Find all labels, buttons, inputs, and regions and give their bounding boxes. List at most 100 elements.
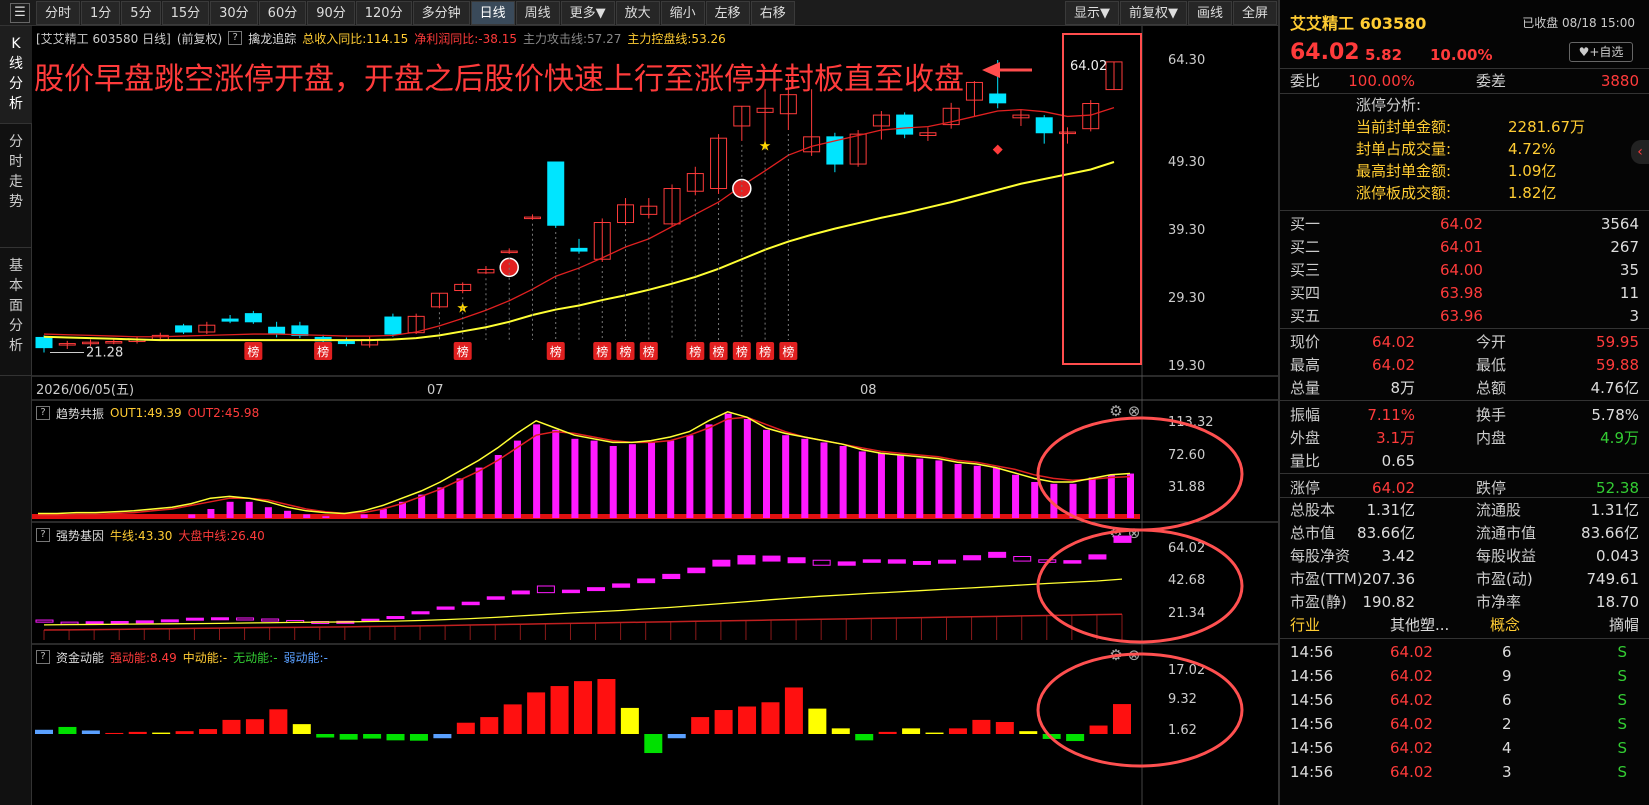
toolbar-button-13[interactable]: 缩小 (660, 0, 705, 25)
bid-row: 买四 63.98 11 (1280, 282, 1649, 304)
quote-value: 59.88 (1596, 356, 1639, 374)
bid-row: 买五 63.96 3 (1280, 305, 1649, 327)
toolbar-button-10[interactable]: 周线 (515, 0, 560, 25)
toolbar-button-12[interactable]: 放大 (615, 0, 660, 25)
toolbar-button-0[interactable]: 分时 (36, 0, 81, 25)
toolbar-button-4[interactable]: 30分 (210, 0, 258, 25)
quote-row: 量比 0.65 (1280, 450, 1649, 472)
ind1-bar (284, 510, 292, 518)
ind1-bar (897, 455, 905, 518)
menu-square-button[interactable]: ☰ (10, 2, 30, 23)
ind3-bar (667, 734, 686, 739)
quote-value: 4.76亿 (1590, 379, 1639, 397)
ind2-box (612, 583, 631, 588)
toolbar-button-2[interactable]: 5分 (121, 0, 161, 25)
price-tick-label: 49.30 (1168, 155, 1205, 170)
ind1-bar (264, 507, 272, 518)
ind2-box (135, 620, 154, 624)
ind2-bull-line (43, 578, 1123, 626)
side-tabs: K线分析 分时走势 基本面分析 (0, 26, 32, 805)
tick-price: 64.02 (1390, 739, 1433, 757)
add-favorite-button[interactable]: ♥+自选 (1569, 42, 1633, 62)
ind3-bar (620, 707, 639, 734)
bid-label: 买四 (1290, 284, 1321, 302)
ind1-bar (973, 465, 981, 518)
toolbar-right-button-1[interactable]: 前复权▼ (1119, 0, 1187, 25)
tick-time: 14:56 (1290, 643, 1334, 661)
fund-row: 总股本 1.31亿 流通股 1.31亿 (1280, 499, 1649, 521)
app-window: ☰ 分时 1分 5分 15分 30分 60分 90分 120分 多分钟 日线 周线 更多▼ 放大 缩小 左移… (0, 0, 1649, 805)
ind3-bar (503, 704, 522, 734)
ind2-box (862, 559, 881, 563)
help-icon[interactable]: ? (228, 31, 243, 45)
ind1-bar (322, 516, 330, 518)
side-tab-0[interactable]: K线分析 (0, 26, 32, 124)
ind2-box (85, 621, 104, 625)
help-icon[interactable]: ? (36, 528, 50, 542)
collapse-arrow-icon[interactable]: ‹ (1631, 140, 1649, 164)
toolbar-button-7[interactable]: 120分 (355, 0, 412, 25)
toolbar-right-button-3[interactable]: 全屏 (1232, 0, 1277, 25)
ind2-box (1063, 560, 1082, 564)
candle-body (35, 336, 53, 349)
ind1-bar (1012, 474, 1020, 518)
quote-label: 最高 (1290, 356, 1321, 374)
help-icon[interactable]: ? (36, 650, 50, 664)
ind1-bar (763, 429, 770, 518)
side-tab-2[interactable]: 基本面分析 (0, 248, 32, 376)
toolbar-button-1[interactable]: 1分 (81, 0, 121, 25)
revenue-yoy: 总收入同比:114.15 (302, 31, 409, 46)
ind2-box (561, 589, 580, 594)
quote-row: 总量 8万 总额 4.76亿 (1280, 377, 1649, 399)
quote-panel: 艾艾精工 603580 已收盘 08/18 15:00 64.02 5.82 1… (1278, 0, 1649, 805)
ind3-bar (995, 722, 1014, 734)
industry-row: 行业 其他塑... 概念 摘帽 (1280, 614, 1649, 636)
candle-body (268, 326, 286, 335)
zt-row: 最高封单金额: 1.09亿 (1280, 160, 1649, 182)
bid-row: 买三 64.00 35 (1280, 259, 1649, 281)
label: 委比 (1290, 72, 1321, 90)
help-icon[interactable]: ? (36, 406, 50, 420)
fund-label: 流通股 (1476, 501, 1522, 519)
toolbar-button-6[interactable]: 90分 (307, 0, 355, 25)
concept-value: 摘帽 (1608, 616, 1639, 634)
toolbar-button-3[interactable]: 15分 (161, 0, 210, 25)
toolbar-button-9[interactable]: 日线 (470, 0, 515, 25)
price-change-pct: 10.00% (1430, 46, 1493, 64)
divider (1280, 638, 1649, 639)
ind3-bar (245, 719, 264, 734)
ind3-bar (128, 731, 147, 734)
ind3-bar (644, 734, 663, 754)
zt-value: 1.09亿 (1508, 162, 1557, 180)
main-chart-info: [艾艾精工 603580 日线] (前复权) ? 擒龙追踪 总收入同比:114.… (36, 29, 726, 47)
toolbar-right-button-2[interactable]: 画线 (1187, 0, 1232, 25)
zt-label: 封单占成交量: (1356, 140, 1452, 158)
toolbar-button-8[interactable]: 多分钟 (412, 0, 470, 25)
side-tab-1[interactable]: 分时走势 (0, 124, 32, 248)
ind2-box (737, 555, 756, 565)
toolbar-button-14[interactable]: 左移 (705, 0, 750, 25)
bid-price: 64.02 (1440, 215, 1483, 233)
bang-badge-label: 榜 (247, 344, 259, 359)
period-buttons: 分时 1分 5分 15分 30分 60分 90分 120分 多分钟 日线 周线 更多▼ 放大 缩小 左移 右移 (36, 0, 796, 25)
toolbar-button-11[interactable]: 更多▼ (560, 0, 615, 25)
fund-label: 市盈(动) (1476, 570, 1533, 588)
ind1-bar (1031, 482, 1039, 518)
ind2-box (236, 617, 255, 621)
ind1-out1: OUT1:49.39 (110, 406, 182, 420)
ind1-bar (1127, 473, 1134, 518)
ind3-strong: 强动能:8.49 (110, 650, 177, 665)
ind2-box (511, 590, 530, 595)
toolbar-button-5[interactable]: 60分 (258, 0, 307, 25)
bang-badge-label: 榜 (736, 344, 748, 359)
label: 委差 (1476, 72, 1507, 90)
ind3-bar (550, 686, 569, 734)
ind3-tick-label: 9.32 (1168, 692, 1197, 707)
toolbar-button-15[interactable]: 右移 (750, 0, 795, 25)
zt-title: 涨停分析: (1356, 96, 1422, 114)
zt-value: 4.72% (1508, 140, 1556, 158)
toolbar-right-button-0[interactable]: 显示▼ (1064, 0, 1119, 25)
quote-label: 内盘 (1476, 429, 1507, 447)
quote-label: 总额 (1476, 379, 1507, 397)
fund-row: 市盈(静) 190.82 市净率 18.70 (1280, 591, 1649, 613)
